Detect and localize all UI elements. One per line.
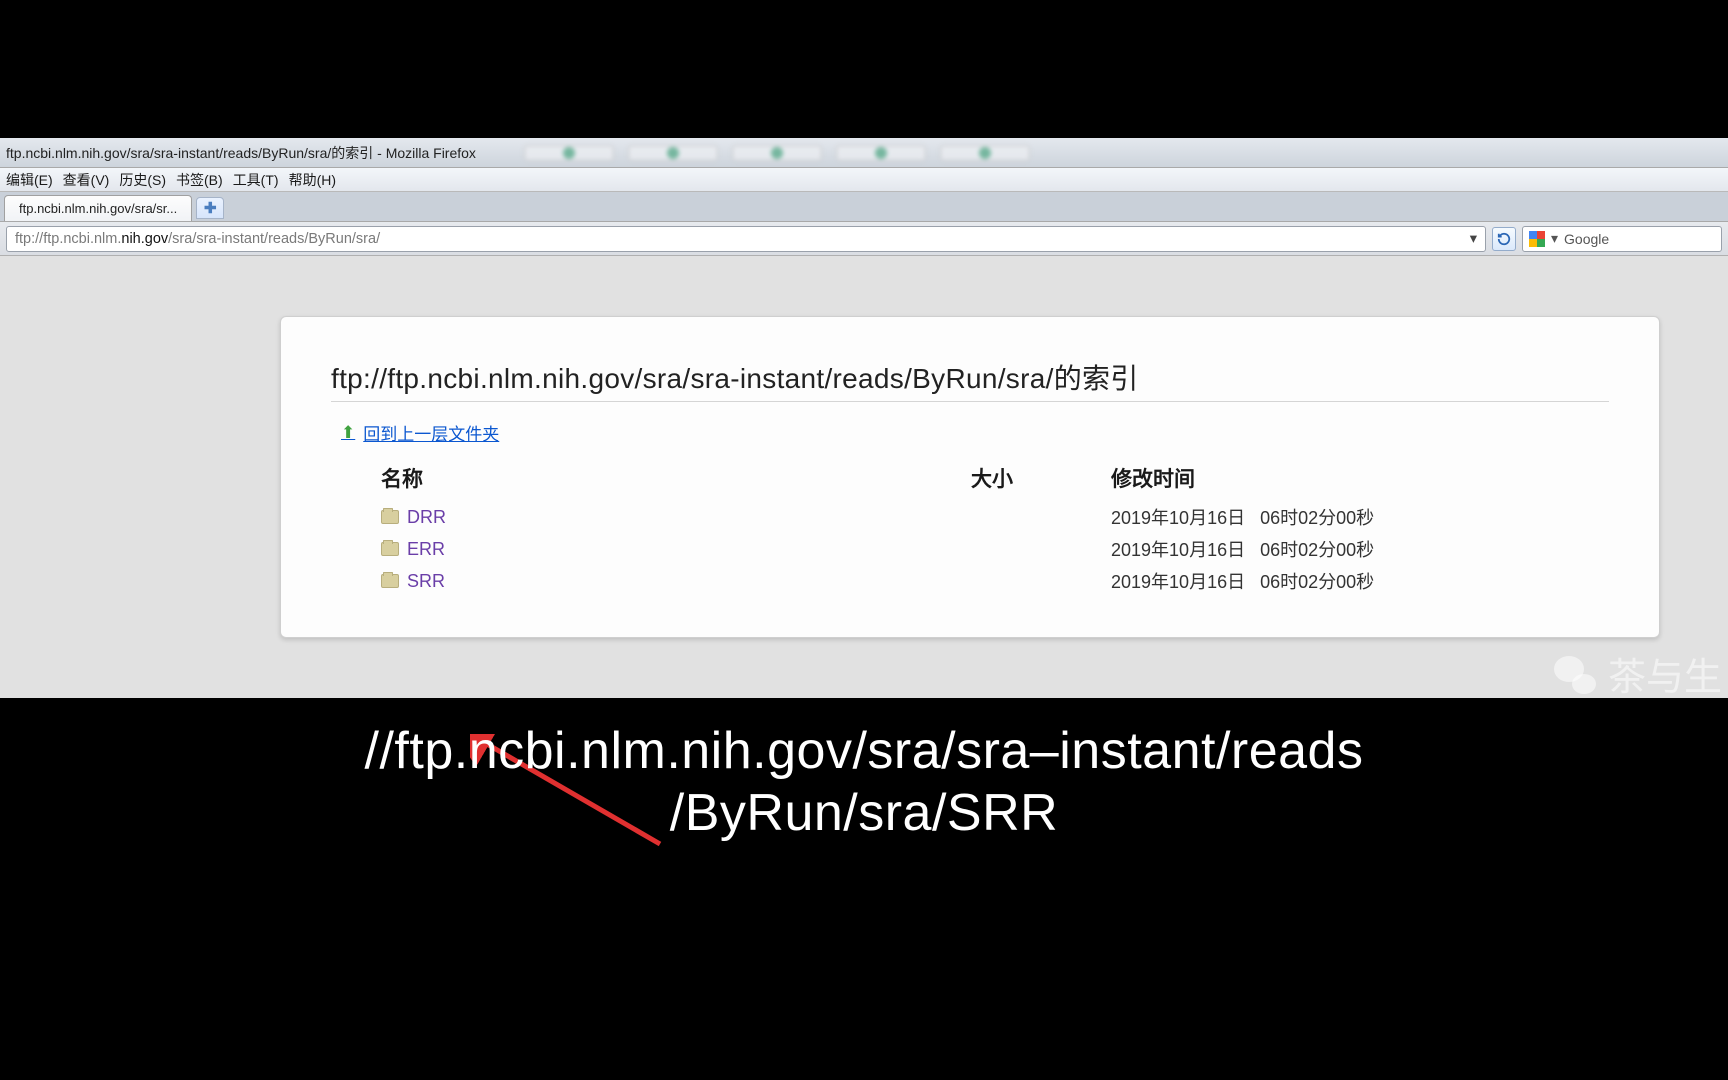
url-input[interactable]: ftp://ftp.ncbi.nlm.nih.gov/sra/sra-insta… xyxy=(6,226,1486,252)
menu-bar: 编辑(E) 查看(V) 历史(S) 书签(B) 工具(T) 帮助(H) xyxy=(0,168,1728,192)
browser-window: ftp.ncbi.nlm.nih.gov/sra/sra-instant/rea… xyxy=(0,138,1728,698)
parent-directory-link[interactable]: ⬆ 回到上一层文件夹 xyxy=(341,420,1609,445)
page-title: ftp://ftp.ncbi.nlm.nih.gov/sra/sra-insta… xyxy=(331,357,1609,402)
table-header: 名称 大小 修改时间 xyxy=(381,463,1609,493)
col-name: 名称 xyxy=(381,463,971,493)
folder-icon xyxy=(381,510,399,524)
search-engine-dropdown-icon[interactable]: ▾ xyxy=(1551,230,1558,247)
folder-icon xyxy=(381,574,399,588)
menu-tools[interactable]: 工具(T) xyxy=(233,170,279,190)
page-content: ftp://ftp.ncbi.nlm.nih.gov/sra/sra-insta… xyxy=(0,256,1728,698)
col-mtime: 修改时间 xyxy=(1111,463,1431,493)
folder-icon xyxy=(381,542,399,556)
reload-button[interactable] xyxy=(1492,227,1516,251)
table-row: ERR 2019年10月16日 06时02分00秒 xyxy=(381,533,1609,565)
search-placeholder: Google xyxy=(1564,231,1609,247)
wechat-icon xyxy=(1550,650,1598,698)
letterbox-top xyxy=(0,0,1728,138)
subtitle-caption: //ftp.ncbi.nlm.nih.gov/sra/sra–instant/r… xyxy=(0,720,1728,845)
dir-link-err[interactable]: ERR xyxy=(407,539,445,560)
taskbar-other-windows xyxy=(524,145,1030,161)
table-row: SRR 2019年10月16日 06时02分00秒 xyxy=(381,565,1609,597)
menu-edit[interactable]: 编辑(E) xyxy=(6,170,53,190)
reload-icon xyxy=(1497,232,1511,246)
watermark: 茶与生 xyxy=(1550,646,1722,701)
up-arrow-icon: ⬆ xyxy=(341,423,355,443)
tab-active[interactable]: ftp.ncbi.nlm.nih.gov/sra/sr... xyxy=(4,195,192,221)
tab-label: ftp.ncbi.nlm.nih.gov/sra/sr... xyxy=(19,201,177,216)
directory-listing-card: ftp://ftp.ncbi.nlm.nih.gov/sra/sra-insta… xyxy=(280,316,1660,638)
bookmarks-dropdown-icon[interactable]: ▾ xyxy=(1470,231,1477,247)
menu-help[interactable]: 帮助(H) xyxy=(289,170,336,190)
table-row: DRR 2019年10月16日 06时02分00秒 xyxy=(381,501,1609,533)
dir-link-drr[interactable]: DRR xyxy=(407,507,446,528)
window-title: ftp.ncbi.nlm.nih.gov/sra/sra-instant/rea… xyxy=(6,143,476,163)
search-box[interactable]: ▾ Google xyxy=(1522,226,1722,252)
dir-link-srr[interactable]: SRR xyxy=(407,571,445,592)
new-tab-button[interactable]: ✚ xyxy=(196,197,224,219)
google-icon xyxy=(1529,231,1545,247)
menu-view[interactable]: 查看(V) xyxy=(63,170,110,190)
tab-strip: ftp.ncbi.nlm.nih.gov/sra/sr... ✚ xyxy=(0,192,1728,222)
window-title-bar: ftp.ncbi.nlm.nih.gov/sra/sra-instant/rea… xyxy=(0,138,1728,168)
menu-history[interactable]: 历史(S) xyxy=(119,170,166,190)
col-size: 大小 xyxy=(971,463,1111,493)
navigation-toolbar: ftp://ftp.ncbi.nlm.nih.gov/sra/sra-insta… xyxy=(0,222,1728,256)
menu-bookmarks[interactable]: 书签(B) xyxy=(176,170,223,190)
directory-table: 名称 大小 修改时间 DRR 2019年10月16日 06时02分00秒 xyxy=(381,463,1609,597)
